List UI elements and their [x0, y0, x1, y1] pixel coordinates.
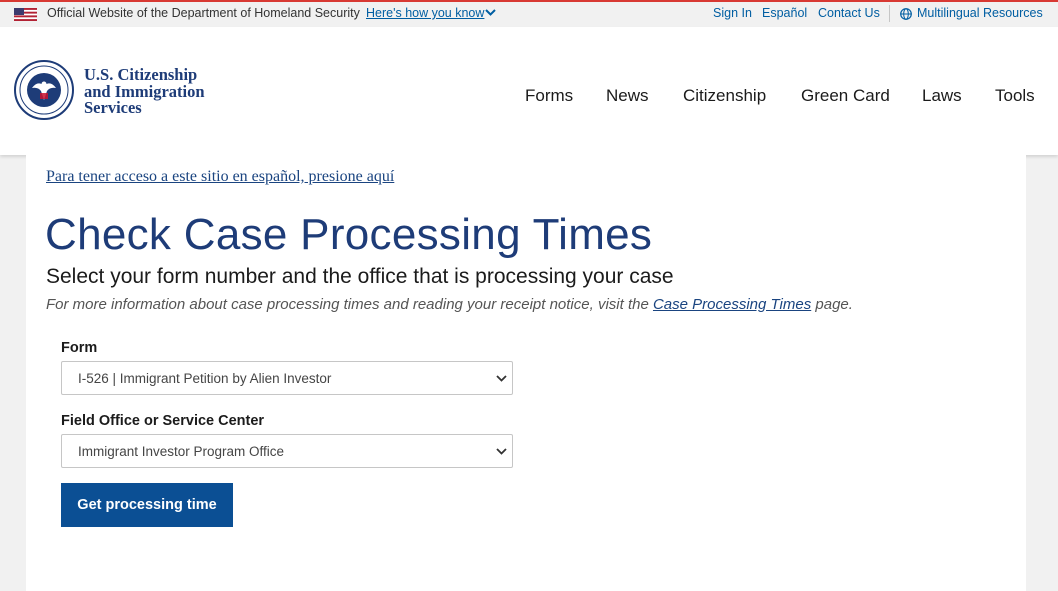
- form-select[interactable]: I-526 | Immigrant Petition by Alien Inve…: [61, 361, 513, 395]
- info-prefix: For more information about case processi…: [46, 296, 653, 313]
- nav-forms[interactable]: Forms: [525, 86, 573, 106]
- dhs-seal-icon[interactable]: [14, 60, 74, 120]
- nav-laws[interactable]: Laws: [922, 86, 962, 106]
- nav-news[interactable]: News: [606, 86, 649, 106]
- sign-in-link[interactable]: Sign In: [713, 6, 752, 20]
- brand-line-3: Services: [84, 98, 142, 117]
- globe-icon[interactable]: [900, 8, 912, 20]
- contact-us-link[interactable]: Contact Us: [818, 6, 880, 20]
- office-label: Field Office or Service Center: [61, 413, 265, 429]
- nav-citizenship[interactable]: Citizenship: [683, 86, 766, 106]
- office-select[interactable]: Immigrant Investor Program Office: [61, 434, 513, 468]
- multilingual-resources-link[interactable]: Multilingual Resources: [917, 6, 1043, 20]
- nav-tools[interactable]: Tools: [995, 86, 1035, 106]
- chevron-down-icon: [496, 375, 507, 382]
- page-subtitle: Select your form number and the office t…: [46, 265, 674, 288]
- case-processing-times-link[interactable]: Case Processing Times: [653, 296, 811, 313]
- page-title: Check Case Processing Times: [45, 210, 653, 259]
- chevron-down-icon[interactable]: [485, 8, 496, 17]
- info-suffix: page.: [811, 296, 853, 313]
- form-label: Form: [61, 340, 98, 356]
- chevron-down-icon: [496, 448, 507, 455]
- get-processing-time-button[interactable]: Get processing time: [61, 483, 233, 527]
- espanol-link[interactable]: Español: [762, 6, 807, 20]
- uscis-wordmark[interactable]: U.S. Citizenship and Immigration Service…: [84, 66, 205, 117]
- spanish-site-link[interactable]: Para tener acceso a este sitio en españo…: [46, 168, 394, 186]
- gov-banner: Official Website of the Department of Ho…: [0, 0, 1058, 27]
- info-text: For more information about case processi…: [46, 296, 853, 313]
- form-select-value: I-526 | Immigrant Petition by Alien Inve…: [78, 371, 332, 386]
- official-website-text: Official Website of the Department of Ho…: [47, 6, 360, 20]
- nav-green-card[interactable]: Green Card: [801, 86, 890, 106]
- office-select-value: Immigrant Investor Program Office: [78, 444, 285, 459]
- site-header: U.S. Citizenship and Immigration Service…: [0, 27, 1058, 155]
- utility-divider: [889, 5, 890, 22]
- us-flag-icon: [14, 8, 37, 21]
- how-you-know-link[interactable]: Here's how you know: [366, 6, 484, 20]
